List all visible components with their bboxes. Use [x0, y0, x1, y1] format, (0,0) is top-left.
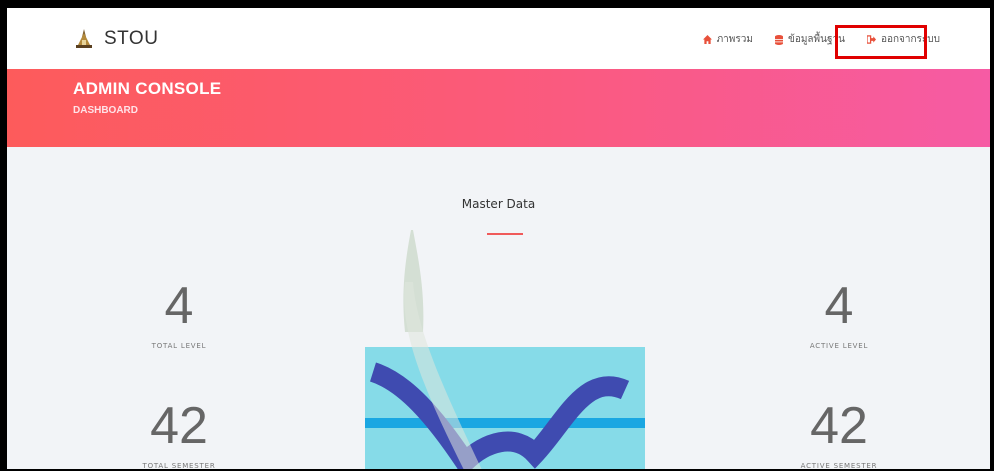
section-title: Master Data — [461, 197, 536, 211]
home-icon — [702, 35, 712, 44]
stat-active-level: 4 ACTIVE LEVEL — [759, 280, 919, 350]
dashboard-content: Master Data 4 TOTAL LEVEL 4 ACTIVE LEVEL… — [7, 147, 990, 470]
nav-item-overview-label: ภาพรวม — [716, 34, 753, 45]
app-window: STOU ภาพรวม ข้อมูลพื้นฐาน ออกจากระบบ ADM… — [0, 0, 994, 471]
brand[interactable]: STOU — [73, 28, 158, 50]
active-semester-label: ACTIVE SEMESTER — [800, 462, 878, 470]
stat-active-semester: 42 ACTIVE SEMESTER — [759, 397, 919, 470]
stou-logo-icon — [76, 29, 92, 48]
page-header-banner: ADMIN CONSOLE DASHBOARD — [7, 69, 990, 147]
active-semester-value: 42 — [810, 397, 868, 455]
database-icon — [774, 34, 783, 45]
total-level-value: 4 — [164, 277, 194, 335]
active-level-label: ACTIVE LEVEL — [809, 342, 869, 350]
active-level-value: 4 — [824, 277, 854, 335]
illustration — [365, 230, 645, 469]
nav-item-overview[interactable]: ภาพรวม — [702, 32, 753, 47]
total-semester-label: TOTAL SEMESTER — [142, 462, 216, 470]
brand-name: STOU — [104, 28, 159, 49]
stat-total-level: 4 TOTAL LEVEL — [99, 280, 259, 350]
logout-highlight-box — [835, 25, 927, 59]
total-semester-value: 42 — [150, 397, 208, 455]
total-level-label: TOTAL LEVEL — [151, 342, 207, 350]
page-subtitle: DASHBOARD — [73, 105, 138, 116]
page-title: ADMIN CONSOLE — [73, 79, 222, 98]
stat-total-semester: 42 TOTAL SEMESTER — [99, 397, 259, 470]
